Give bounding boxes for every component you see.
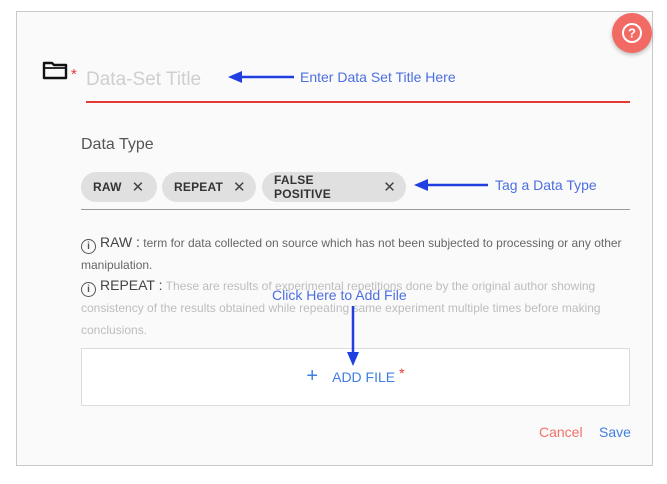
file-hint-arrow — [347, 306, 359, 366]
annotation-arrows — [228, 71, 488, 366]
type-hint-arrow — [414, 179, 488, 191]
title-hint-arrow — [228, 71, 294, 83]
